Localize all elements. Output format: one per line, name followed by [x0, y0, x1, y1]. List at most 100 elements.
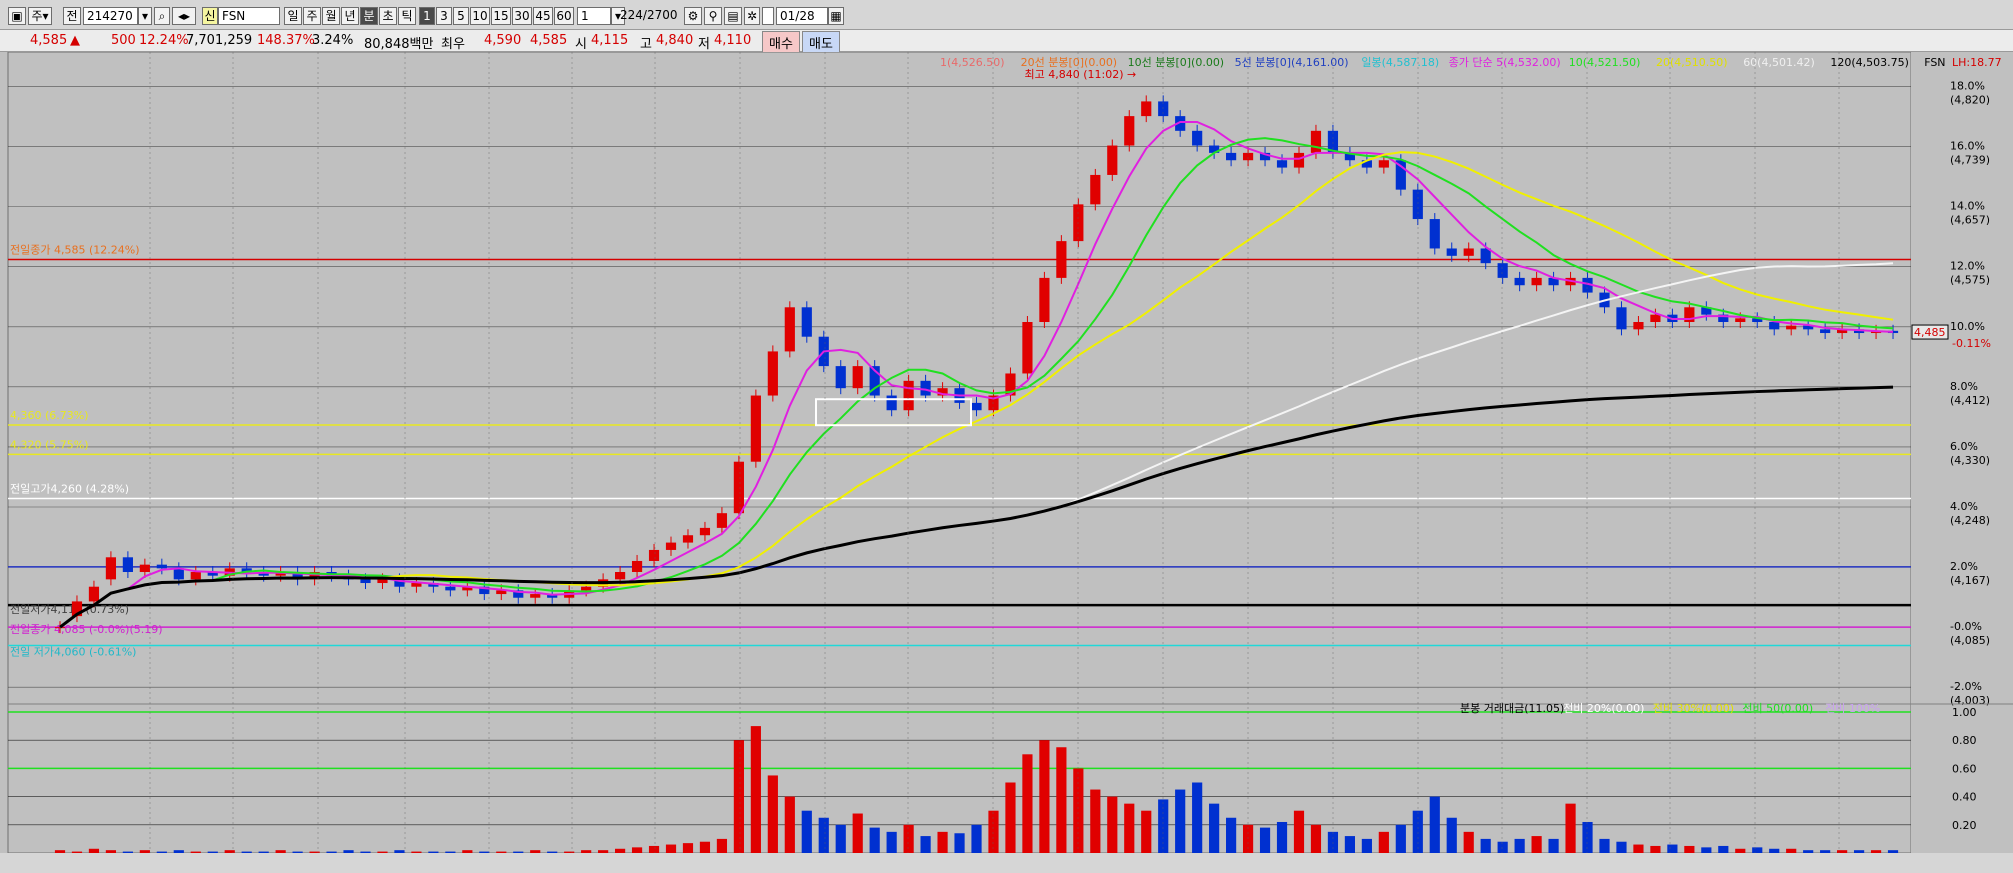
range-readout: 224/2700 — [620, 8, 678, 22]
interval-button-1[interactable]: 1 — [419, 7, 435, 25]
candle-body-87 — [1531, 277, 1542, 286]
prev-high-label: 전일고가4,260 (4.28%) — [10, 481, 129, 495]
period-button-1[interactable]: 주 — [303, 7, 321, 25]
volume-bar-43 — [784, 796, 795, 853]
y-axis-price-5: (4,412) — [1950, 394, 1990, 407]
up-arrow-icon: ▲ — [70, 33, 80, 48]
zoom-icon[interactable]: ⚲ — [704, 7, 722, 25]
prev-vwap-label: 전일 저가4,060 (-0.61%) — [10, 645, 136, 659]
change-percent: 12.24% — [139, 33, 189, 48]
volume-bar-52 — [937, 831, 948, 853]
candle-body-60 — [1073, 204, 1084, 242]
volume-bar-73 — [1293, 810, 1305, 853]
y-axis-price-0: (4,820) — [1950, 93, 1990, 106]
candle-body-6 — [156, 564, 167, 569]
volume-bar-76 — [1344, 836, 1355, 853]
interval-button-60[interactable]: 60 — [554, 7, 574, 25]
market-all-label: 전 — [66, 9, 78, 23]
interval-button-10[interactable]: 10 — [470, 7, 490, 25]
period-button-3[interactable]: 년 — [341, 7, 359, 25]
volume-bar-49 — [886, 831, 897, 853]
low-value: 4,110 — [714, 33, 752, 48]
candle-body-7 — [173, 568, 184, 580]
turnover-percent: 3.24% — [312, 33, 354, 48]
stock-name-field[interactable]: FSN — [218, 7, 280, 25]
candle-body-102 — [1786, 325, 1797, 330]
market-mode-select[interactable]: 주▾ — [28, 7, 52, 25]
legend-item-7: 20(4,510.50) — [1656, 56, 1728, 69]
save-icon[interactable]: ▤ — [724, 7, 742, 25]
volume-bar-94 — [1650, 845, 1661, 853]
y-axis-price-8: (4,167) — [1950, 574, 1990, 587]
legend-item-4: 일봉(4,587.18) — [1361, 55, 1439, 69]
interval-button-45[interactable]: 45 — [533, 7, 553, 25]
settings-icon[interactable]: ⚙ — [684, 7, 702, 25]
period-button-2[interactable]: 월 — [322, 7, 340, 25]
candle-body-34 — [631, 560, 643, 572]
volume-legend-item-3: 전비 50(0.00) — [1742, 702, 1813, 715]
calendar-icon[interactable]: ▦ — [828, 7, 844, 25]
interval-button-30[interactable]: 30 — [512, 7, 532, 25]
candle-body-40 — [733, 461, 744, 514]
volume-bar-37 — [682, 843, 694, 853]
candle-body-51 — [920, 380, 931, 396]
candle-body-54 — [971, 402, 982, 411]
period-button-0[interactable]: 일 — [284, 7, 302, 25]
volume-bar-36 — [665, 844, 677, 853]
interval-button-15[interactable]: 15 — [491, 7, 511, 25]
candle-body-86 — [1514, 277, 1525, 286]
config-icon[interactable]: ✲ — [744, 7, 760, 25]
search-icon[interactable]: ⌕ — [154, 7, 170, 25]
candle-body-73 — [1293, 152, 1305, 168]
volume-bar-38 — [699, 841, 711, 853]
candle-body-49 — [886, 395, 897, 411]
volume-bar-88 — [1548, 838, 1559, 853]
buy-button[interactable]: 매수 — [762, 31, 800, 54]
period-button-6[interactable]: 틱 — [398, 7, 416, 25]
volume-bar-64 — [1141, 810, 1152, 853]
market-all-button[interactable]: 전 — [63, 7, 81, 25]
volume-bar-63 — [1124, 803, 1135, 853]
volume-bar-51 — [920, 836, 931, 853]
volume-bar-65 — [1158, 799, 1169, 853]
volume-bar-50 — [903, 824, 914, 853]
stock-chart-window: { "toolbar": { "mode1": "주", "mode2": "전… — [0, 0, 2013, 873]
date-field[interactable]: 01/28 — [776, 7, 828, 25]
volume-bar-68 — [1209, 803, 1220, 853]
window-menu-icon[interactable]: ▣ — [8, 7, 26, 25]
legend-item-5: 종가 단순 5(4,532.00) — [1449, 56, 1561, 69]
y-axis-pct-6: 6.0% — [1950, 440, 1978, 453]
date-checkbox[interactable] — [762, 7, 774, 25]
sell-button[interactable]: 매도 — [802, 31, 840, 54]
y-axis-pct-7: 4.0% — [1950, 500, 1978, 513]
period-button-4[interactable]: 분 — [360, 7, 378, 25]
count-input[interactable]: 1 — [577, 7, 611, 25]
y-axis-price-9: (4,085) — [1950, 634, 1990, 647]
candle-body-82 — [1446, 248, 1457, 256]
code-dropdown-icon[interactable]: ▾ — [138, 7, 152, 25]
candle-body-44 — [801, 307, 812, 337]
volume-bar-44 — [801, 810, 812, 853]
interval-button-3[interactable]: 3 — [436, 7, 452, 25]
candle-body-41 — [750, 395, 761, 462]
volume-bar-67 — [1192, 782, 1203, 853]
period-button-5[interactable]: 초 — [379, 7, 397, 25]
legend-item-1: 20선 분봉[0](0.00) — [1021, 56, 1118, 69]
volume-axis-label-4: 0.20 — [1952, 819, 1977, 832]
y-axis-pct-3: 12.0% — [1950, 260, 1985, 273]
volume-legend-item-0: 분봉 거래대금(11.05) — [1460, 702, 1564, 715]
current-price: 4,585 — [30, 33, 68, 48]
price-chart[interactable]: 18.0%(4,820) 16.0%(4,739) 14.0%(4,657) 12.0… — [0, 52, 2013, 873]
volume-bar-81 — [1429, 796, 1440, 853]
interval-button-5[interactable]: 5 — [453, 7, 469, 25]
candle-body-42 — [767, 351, 778, 396]
volume-bar-53 — [954, 833, 965, 853]
quote-bar: 4,585 ▲ 500 12.24% 7,701,259 148.37% 3.2… — [0, 30, 2013, 54]
prev-next-stepper[interactable]: ◂▸ — [172, 7, 196, 25]
candle-body-72 — [1276, 160, 1288, 168]
volume-bar-47 — [852, 813, 863, 853]
legend-item-11: LH:18.77 — [1952, 56, 2002, 69]
stock-code-input[interactable]: 214270 — [83, 7, 138, 25]
y-axis-price-3: (4,575) — [1950, 274, 1990, 287]
y-axis-pct-1: 16.0% — [1950, 140, 1985, 153]
